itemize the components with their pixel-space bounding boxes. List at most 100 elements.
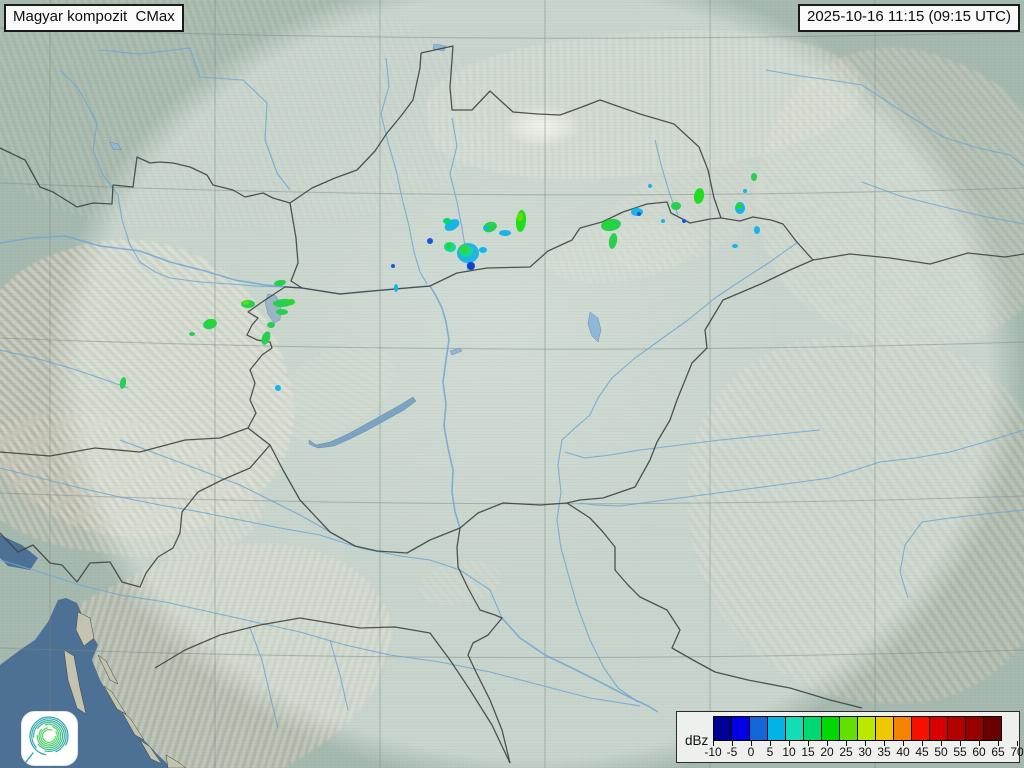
radar-echo: [661, 219, 665, 223]
lake-balaton: [309, 397, 416, 448]
radar-product-screen: Magyar kompozit CMax 2025-10-16 11:15 (0…: [0, 0, 1024, 768]
dbz-tick-label: 35: [877, 745, 890, 759]
radar-echo: [209, 319, 215, 325]
radar-echo: [736, 203, 742, 209]
lake-tisza: [588, 312, 601, 342]
radar-echo: [754, 226, 760, 234]
country-border: [0, 148, 290, 207]
pond-cz: [110, 142, 121, 150]
radar-echo: [189, 332, 195, 336]
dbz-color-cell: [803, 716, 822, 741]
radar-echo: [671, 202, 681, 210]
country-border: [567, 260, 813, 503]
radar-map: [0, 0, 1024, 768]
dbz-tick-label: 0: [748, 745, 755, 759]
country-border: [290, 203, 302, 288]
river: [0, 350, 128, 388]
country-border: [155, 618, 510, 763]
radar-echo: [287, 299, 295, 305]
river: [557, 242, 798, 702]
country-border: [567, 503, 862, 708]
dbz-color-cell: [839, 716, 858, 741]
dbz-tick-label: 55: [953, 745, 966, 759]
dbz-color-bar: [713, 716, 1002, 741]
radar-echo: [467, 262, 475, 270]
dbz-tick-label: 25: [839, 745, 852, 759]
radar-echo: [391, 264, 395, 268]
radar-echo: [483, 226, 489, 230]
dbz-tick-label: -5: [727, 745, 738, 759]
radar-echo: [427, 238, 433, 244]
dbz-color-cell: [767, 716, 786, 741]
radar-echo: [276, 309, 288, 315]
dbz-color-cell: [857, 716, 876, 741]
radar-echo: [275, 385, 281, 391]
radar-echo: [648, 184, 652, 188]
river: [381, 58, 427, 284]
radar-echo: [243, 301, 249, 305]
radar-echo: [608, 232, 619, 249]
river: [900, 510, 1024, 598]
dbz-tick-label: 60: [972, 745, 985, 759]
radar-echo: [443, 218, 451, 224]
timestamp-label: 2025-10-16 11:15 (09:15 UTC): [798, 4, 1020, 32]
country-border: [813, 253, 1024, 264]
dbz-color-cell: [893, 716, 912, 741]
river: [766, 70, 1024, 166]
dbz-color-cell: [965, 716, 984, 741]
dbz-color-cell: [875, 716, 894, 741]
dbz-tick-label: 20: [820, 745, 833, 759]
dbz-tick-label: -10: [704, 745, 721, 759]
radar-echo: [693, 187, 706, 204]
radar-echo: [732, 244, 738, 248]
country-border: [290, 53, 421, 203]
dbz-color-cell: [749, 716, 768, 741]
adriatic-island: [98, 655, 118, 684]
sea-gulf-of-trieste: [0, 535, 38, 570]
dbz-tick-label: 45: [915, 745, 928, 759]
radar-echo: [637, 212, 641, 216]
river: [580, 430, 1024, 506]
river: [502, 618, 658, 712]
radar-echo: [751, 173, 757, 181]
dbz-tick-label: 30: [858, 745, 871, 759]
radar-echo: [267, 322, 275, 328]
dbz-color-cell: [731, 716, 750, 741]
radar-echo: [446, 243, 452, 249]
dbz-legend: dBz -10-50510152025303540455055606570: [676, 711, 1020, 763]
river: [120, 440, 330, 532]
radar-echo: [743, 189, 747, 193]
river: [430, 286, 460, 528]
country-border: [302, 202, 721, 294]
radar-echo: [517, 213, 523, 221]
river: [565, 430, 820, 458]
dbz-tick-label: 40: [896, 745, 909, 759]
river: [60, 70, 285, 287]
country-border: [457, 528, 510, 763]
dbz-color-cell: [947, 716, 966, 741]
country-border: [421, 46, 721, 218]
dbz-tick-label: 5: [767, 745, 774, 759]
dbz-color-cell: [929, 716, 948, 741]
dbz-tick-label: 70: [1010, 745, 1023, 759]
country-border: [248, 428, 460, 553]
latitude-gridline: [0, 648, 1024, 658]
dbz-color-cell: [821, 716, 840, 741]
dbz-color-cell: [983, 716, 1002, 741]
dbz-tick-label: 10: [782, 745, 795, 759]
radar-echo: [460, 245, 468, 253]
radar-echo: [394, 284, 398, 292]
radar-echo: [515, 210, 527, 233]
river: [250, 628, 278, 728]
dbz-color-cell: [713, 716, 732, 741]
river: [330, 640, 348, 710]
country-border: [0, 445, 270, 587]
radar-echo: [682, 219, 686, 223]
radar-echo: [499, 230, 511, 236]
country-border: [460, 503, 567, 528]
dbz-tick-label: 15: [801, 745, 814, 759]
latitude-gridline: [0, 493, 1024, 504]
latitude-gridline: [0, 338, 1024, 349]
product-label: Magyar kompozit CMax: [4, 4, 184, 32]
radar-echo: [631, 208, 643, 216]
